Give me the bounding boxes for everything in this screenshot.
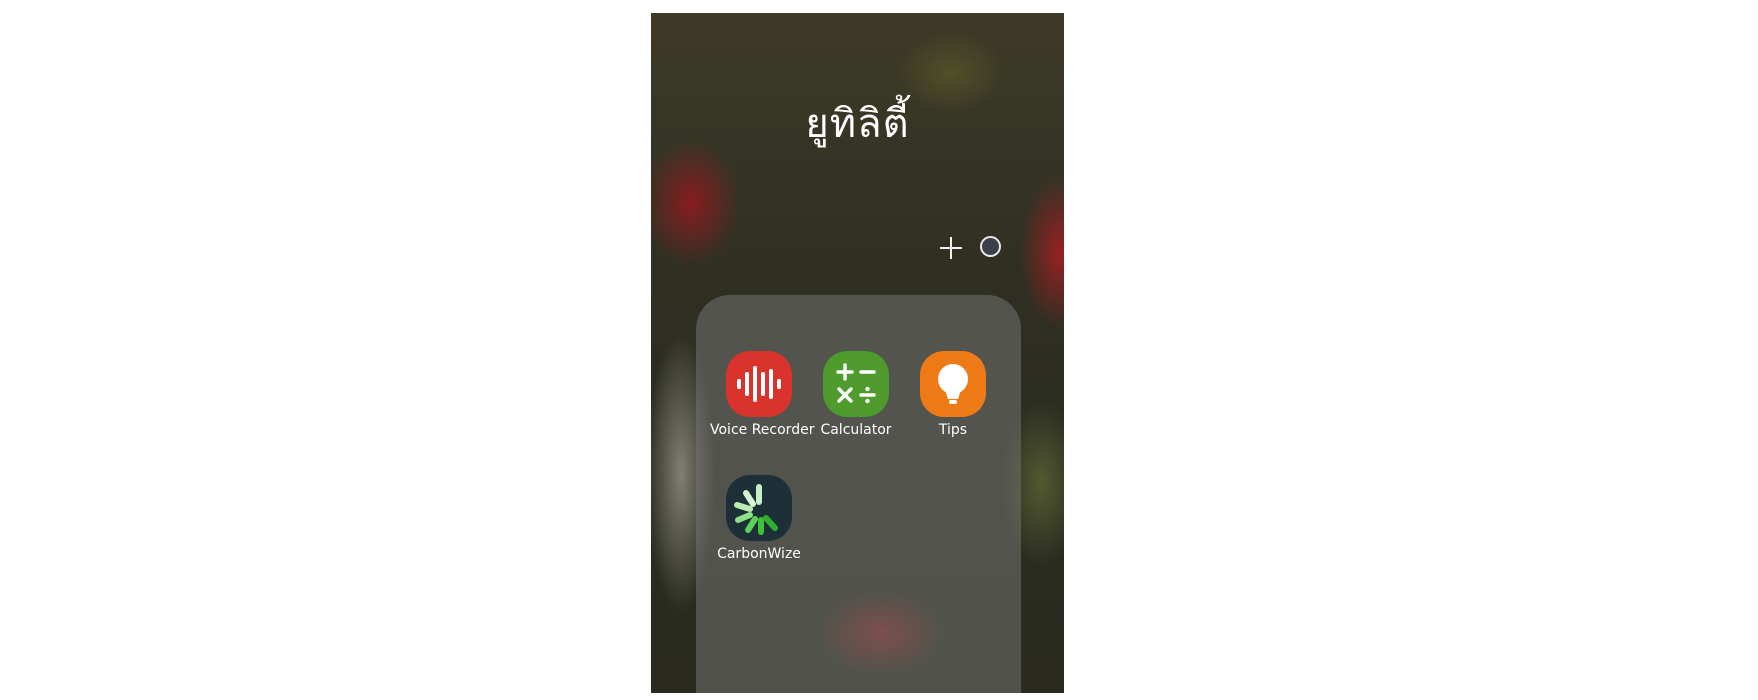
app-label: Calculator bbox=[820, 422, 892, 438]
app-voice-recorder[interactable]: Voice Recorder bbox=[710, 351, 815, 438]
folder-title[interactable]: ยูทิลิตี้ bbox=[651, 91, 1064, 155]
app-carbonwize[interactable]: CarbonWize bbox=[710, 475, 808, 562]
circle-color-icon[interactable] bbox=[980, 236, 1001, 257]
voice-recorder-icon bbox=[726, 351, 792, 417]
app-tips[interactable]: Tips bbox=[904, 351, 1002, 438]
app-label: CarbonWize bbox=[717, 546, 801, 562]
app-label: Tips bbox=[938, 422, 968, 438]
app-calculator[interactable]: Calculator bbox=[807, 351, 905, 438]
phone-screen: ยูทิลิตี้ Voice Recorder Calculator Tips… bbox=[651, 13, 1064, 693]
calculator-icon bbox=[823, 351, 889, 417]
carbonwize-icon bbox=[726, 475, 792, 541]
app-label: Voice Recorder bbox=[710, 422, 815, 438]
lightbulb-icon bbox=[920, 351, 986, 417]
plus-icon[interactable] bbox=[939, 236, 963, 260]
folder-panel: Voice Recorder Calculator Tips CarbonWiz… bbox=[696, 295, 1021, 693]
